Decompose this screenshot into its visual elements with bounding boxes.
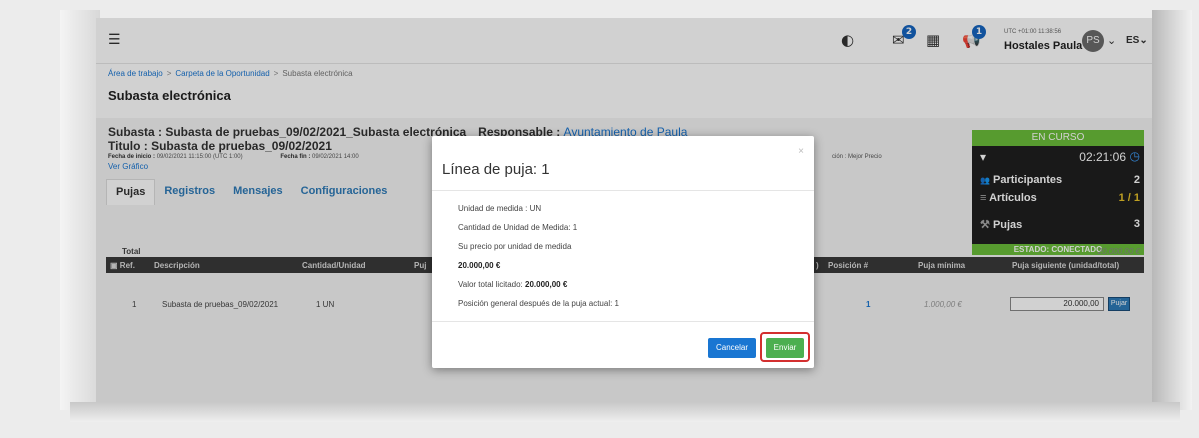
send-button[interactable]: Enviar [766,338,804,358]
unit-of-measure: Unidad de medida : UN [458,204,542,213]
total-bid-value: 20.000,00 € [525,280,568,289]
overall-position: Posición general después de la puja actu… [458,299,619,308]
cancel-button[interactable]: Cancelar [708,338,756,358]
frame-shadow-right [1152,10,1192,410]
close-icon[interactable]: × [798,146,804,157]
modal-body: Unidad de medida : UN Cantidad de Unidad… [458,203,619,317]
unit-price-value: 20.000,00 € [458,260,619,279]
total-bid-label: Valor total licitado: [458,280,523,289]
unit-price-label: Su precio por unidad de medida [458,242,572,251]
divider [432,321,814,322]
total-bid: Valor total licitado: 20.000,00 € [458,279,619,298]
unit-price-amount: 20.000,00 € [458,261,501,270]
bid-line-modal: Línea de puja: 1 × Unidad de medida : UN… [432,136,814,368]
divider [432,190,814,191]
unit-quantity: Cantidad de Unidad de Medida: 1 [458,223,578,232]
frame-shadow-left [60,10,100,410]
modal-title: Línea de puja: 1 [442,161,550,178]
frame-shadow-bottom [70,402,1180,422]
